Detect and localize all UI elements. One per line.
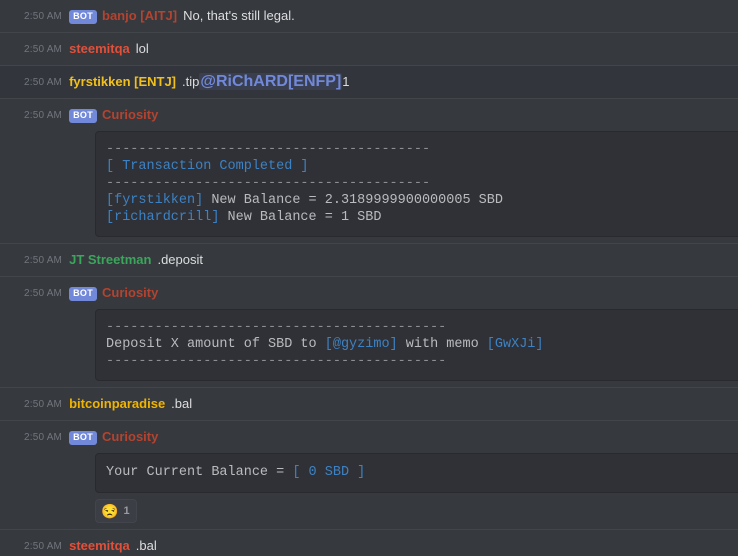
balance-value: [ 0 SBD ] <box>292 465 366 480</box>
message-timestamp: 2:50 AM <box>24 110 63 121</box>
code-balance-tag-1: [fyrstikken] <box>106 193 204 208</box>
message-row[interactable]: 2:50 AM steemitqa lol <box>0 32 738 65</box>
deposit-code-block: ----------------------------------------… <box>95 309 738 381</box>
message-timestamp: 2:50 AM <box>24 11 63 22</box>
user-mention[interactable]: @RiChARD[ENFP] <box>199 73 343 90</box>
message-header-line: 2:50 AM bitcoinparadise .bal <box>0 395 738 414</box>
message-content: .bal <box>171 396 193 411</box>
message-reaction[interactable]: 😒 1 <box>95 499 137 523</box>
message-timestamp: 2:50 AM <box>24 44 63 55</box>
message-header-line: 2:50 AM JT Streetman .deposit <box>0 251 738 270</box>
message-content: No, that's still legal. <box>183 8 295 23</box>
message-username[interactable]: fyrstikken [ENTJ] <box>69 73 176 90</box>
message-header-line: 2:50 AM BOT Curiosity <box>0 428 738 447</box>
message-username[interactable]: bitcoinparadise <box>69 395 165 412</box>
message-username[interactable]: steemitqa <box>69 40 130 57</box>
code-block-wrapper: Your Current Balance = [ 0 SBD ] <box>0 453 738 493</box>
message-header-line: 2:50 AM steemitqa .bal <box>0 537 738 556</box>
bot-badge: BOT <box>69 10 97 24</box>
deposit-text-pre: Deposit X amount of SBD to <box>106 337 325 352</box>
message-header-line: 2:50 AM BOT Curiosity <box>0 106 738 125</box>
message-timestamp: 2:50 AM <box>24 541 63 552</box>
unamused-face-icon: 😒 <box>101 503 119 519</box>
transaction-code-block: ----------------------------------------… <box>95 131 738 237</box>
message-content: lol <box>135 41 149 56</box>
message-timestamp: 2:50 AM <box>24 399 63 410</box>
message-username[interactable]: Curiosity <box>102 284 158 301</box>
message-username[interactable]: Curiosity <box>102 106 158 123</box>
reaction-count: 1 <box>123 505 130 517</box>
message-username[interactable]: steemitqa <box>69 537 130 554</box>
code-balance-text-2: New Balance = 1 SBD <box>219 210 382 225</box>
message-row[interactable]: 2:50 AM BOT Curiosity ------------------… <box>0 276 738 387</box>
message-row[interactable]: 2:50 AM BOT banjo [AITJ] No, that's stil… <box>0 0 738 32</box>
message-row[interactable]: 2:50 AM steemitqa .bal <box>0 529 738 556</box>
message-header-line: 2:50 AM BOT Curiosity <box>0 284 738 303</box>
code-balance-tag-2: [richardcrill] <box>106 210 220 225</box>
code-rule-top: ----------------------------------------… <box>106 320 447 335</box>
message-row[interactable]: 2:50 AM bitcoinparadise .bal <box>0 387 738 420</box>
message-content-post: 1 <box>342 74 350 89</box>
code-rule-top: ---------------------------------------- <box>106 142 431 157</box>
deposit-account: [@gyzimo] <box>324 337 398 352</box>
bot-badge: BOT <box>69 431 97 445</box>
message-content: .deposit <box>157 252 204 267</box>
message-timestamp: 2:50 AM <box>24 288 63 299</box>
code-block-wrapper: ----------------------------------------… <box>0 131 738 237</box>
message-timestamp: 2:50 AM <box>24 432 63 443</box>
chat-message-list[interactable]: 2:50 AM BOT banjo [AITJ] No, that's stil… <box>0 0 738 556</box>
message-header-line: 2:50 AM steemitqa lol <box>0 40 738 59</box>
message-content-pre: .tip <box>182 74 200 89</box>
message-row[interactable]: 2:50 AM BOT Curiosity Your Current Balan… <box>0 420 738 529</box>
message-content: .bal <box>135 538 157 553</box>
message-username[interactable]: banjo [AITJ] <box>102 7 177 24</box>
message-row[interactable]: 2:50 AM JT Streetman .deposit <box>0 243 738 276</box>
code-rule-bottom: ----------------------------------------… <box>106 354 447 369</box>
balance-code-block: Your Current Balance = [ 0 SBD ] <box>95 453 738 493</box>
deposit-memo: [GwXJi] <box>486 337 544 352</box>
code-block-wrapper: ----------------------------------------… <box>0 309 738 381</box>
message-header-line: 2:50 AM BOT banjo [AITJ] No, that's stil… <box>0 7 738 26</box>
balance-text-pre: Your Current Balance = <box>106 465 293 480</box>
reaction-row: 😒 1 <box>0 499 738 523</box>
message-row[interactable]: 2:50 AM BOT Curiosity ------------------… <box>0 98 738 243</box>
deposit-text-mid: with memo <box>397 337 487 352</box>
code-rule-mid: ---------------------------------------- <box>106 176 431 191</box>
message-row[interactable]: 2:50 AM fyrstikken [ENTJ] .tip @RiChARD[… <box>0 65 738 98</box>
message-header-line: 2:50 AM fyrstikken [ENTJ] .tip @RiChARD[… <box>0 73 738 92</box>
message-username[interactable]: JT Streetman <box>69 251 151 268</box>
message-username[interactable]: Curiosity <box>102 428 158 445</box>
bot-badge: BOT <box>69 287 97 301</box>
message-timestamp: 2:50 AM <box>24 77 63 88</box>
code-title: [ Transaction Completed ] <box>106 159 309 174</box>
code-balance-text-1: New Balance = 2.3189999900000005 SBD <box>203 193 503 208</box>
bot-badge: BOT <box>69 109 97 123</box>
message-timestamp: 2:50 AM <box>24 255 63 266</box>
